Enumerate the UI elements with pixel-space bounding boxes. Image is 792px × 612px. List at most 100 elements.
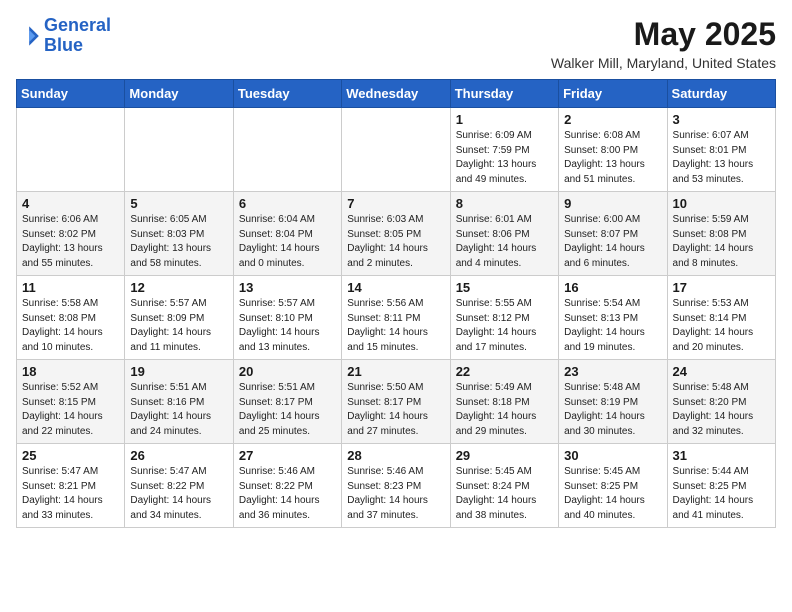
calendar-cell: 24Sunrise: 5:48 AMSunset: 8:20 PMDayligh… <box>667 360 775 444</box>
calendar-cell: 30 Sunrise: 5:45 AMSunset: 8:25 PMDayligh… <box>559 444 667 528</box>
logo-text: General Blue <box>44 16 111 56</box>
calendar-cell: 12Sunrise: 5:57 AMSunset: 8:09 PMDayligh… <box>125 276 233 360</box>
day-info: Sunrise: 5:49 AMSunset: 8:18 PMDaylight:… <box>456 381 553 439</box>
day-number: 24 <box>673 364 770 379</box>
calendar-cell <box>233 108 341 192</box>
day-info: Sunrise: 5:53 AMSunset: 8:14 PMDaylight:… <box>673 297 770 355</box>
day-number: 20 <box>239 364 336 379</box>
month-year: May 2025 <box>551 16 776 53</box>
calendar-cell <box>17 108 125 192</box>
day-number: 22 <box>456 364 553 379</box>
col-header-wednesday: Wednesday <box>342 80 450 108</box>
day-number: 3 <box>673 112 770 127</box>
calendar-cell: 29Sunrise: 5:45 AMSunset: 8:24 PMDayligh… <box>450 444 558 528</box>
day-info: Sunrise: 6:06 AMSunset: 8:02 PMDaylight:… <box>22 213 119 271</box>
day-info: Sunrise: 6:01 AMSunset: 8:06 PMDaylight:… <box>456 213 553 271</box>
calendar-header-row: SundayMondayTuesdayWednesdayThursdayFrid… <box>17 80 776 108</box>
day-number: 30 <box>564 448 661 463</box>
day-info: Sunrise: 5:45 AMSunset: 8:25 PMDaylight:… <box>564 465 661 523</box>
logo-icon <box>16 24 40 48</box>
calendar-cell: 17Sunrise: 5:53 AMSunset: 8:14 PMDayligh… <box>667 276 775 360</box>
col-header-saturday: Saturday <box>667 80 775 108</box>
day-info: Sunrise: 5:51 AMSunset: 8:16 PMDaylight:… <box>130 381 227 439</box>
calendar-cell: 21 Sunrise: 5:50 AMSunset: 8:17 PMDayligh… <box>342 360 450 444</box>
day-number: 14 <box>347 280 444 295</box>
col-header-thursday: Thursday <box>450 80 558 108</box>
calendar-cell: 11 Sunrise: 5:58 AMSunset: 8:08 PMDayligh… <box>17 276 125 360</box>
day-info: Sunrise: 5:47 AMSunset: 8:22 PMDaylight:… <box>130 465 227 523</box>
col-header-monday: Monday <box>125 80 233 108</box>
day-info: Sunrise: 5:59 AMSunset: 8:08 PMDaylight:… <box>673 213 770 271</box>
day-number: 27 <box>239 448 336 463</box>
day-info: Sunrise: 5:57 AMSunset: 8:10 PMDaylight:… <box>239 297 336 355</box>
day-number: 4 <box>22 196 119 211</box>
day-info: Sunrise: 6:09 AMSunset: 7:59 PMDaylight:… <box>456 129 553 187</box>
day-number: 26 <box>130 448 227 463</box>
logo-line1: General <box>44 15 111 35</box>
col-header-sunday: Sunday <box>17 80 125 108</box>
calendar-cell: 25 Sunrise: 5:47 AMSunset: 8:21 PMDayligh… <box>17 444 125 528</box>
day-info: Sunrise: 5:52 AMSunset: 8:15 PMDaylight:… <box>22 381 119 439</box>
calendar-cell: 23 Sunrise: 5:48 AMSunset: 8:19 PMDayligh… <box>559 360 667 444</box>
logo-line2: Blue <box>44 35 83 55</box>
day-info: Sunrise: 5:48 AMSunset: 8:19 PMDaylight:… <box>564 381 661 439</box>
day-number: 8 <box>456 196 553 211</box>
day-info: Sunrise: 5:58 AMSunset: 8:08 PMDaylight:… <box>22 297 119 355</box>
calendar-cell: 2Sunrise: 6:08 AMSunset: 8:00 PMDaylight… <box>559 108 667 192</box>
day-info: Sunrise: 5:57 AMSunset: 8:09 PMDaylight:… <box>130 297 227 355</box>
calendar-cell: 5 Sunrise: 6:05 AMSunset: 8:03 PMDaylight… <box>125 192 233 276</box>
calendar-cell: 9 Sunrise: 6:00 AMSunset: 8:07 PMDaylight… <box>559 192 667 276</box>
calendar-week-3: 11 Sunrise: 5:58 AMSunset: 8:08 PMDayligh… <box>17 276 776 360</box>
day-info: Sunrise: 5:51 AMSunset: 8:17 PMDaylight:… <box>239 381 336 439</box>
calendar-cell: 19Sunrise: 5:51 AMSunset: 8:16 PMDayligh… <box>125 360 233 444</box>
day-info: Sunrise: 5:47 AMSunset: 8:21 PMDaylight:… <box>22 465 119 523</box>
day-number: 6 <box>239 196 336 211</box>
calendar-cell: 3 Sunrise: 6:07 AMSunset: 8:01 PMDaylight… <box>667 108 775 192</box>
day-number: 9 <box>564 196 661 211</box>
day-info: Sunrise: 6:00 AMSunset: 8:07 PMDaylight:… <box>564 213 661 271</box>
calendar-cell: 16 Sunrise: 5:54 AMSunset: 8:13 PMDayligh… <box>559 276 667 360</box>
calendar-cell: 20 Sunrise: 5:51 AMSunset: 8:17 PMDayligh… <box>233 360 341 444</box>
day-info: Sunrise: 6:04 AMSunset: 8:04 PMDaylight:… <box>239 213 336 271</box>
calendar-table: SundayMondayTuesdayWednesdayThursdayFrid… <box>16 79 776 528</box>
calendar-cell: 8 Sunrise: 6:01 AMSunset: 8:06 PMDaylight… <box>450 192 558 276</box>
day-info: Sunrise: 5:44 AMSunset: 8:25 PMDaylight:… <box>673 465 770 523</box>
calendar-cell: 26 Sunrise: 5:47 AMSunset: 8:22 PMDayligh… <box>125 444 233 528</box>
day-info: Sunrise: 6:05 AMSunset: 8:03 PMDaylight:… <box>130 213 227 271</box>
calendar-week-5: 25 Sunrise: 5:47 AMSunset: 8:21 PMDayligh… <box>17 444 776 528</box>
calendar-cell: 14 Sunrise: 5:56 AMSunset: 8:11 PMDayligh… <box>342 276 450 360</box>
day-number: 25 <box>22 448 119 463</box>
day-number: 29 <box>456 448 553 463</box>
col-header-friday: Friday <box>559 80 667 108</box>
page-header: General Blue May 2025 Walker Mill, Maryl… <box>16 16 776 71</box>
location: Walker Mill, Maryland, United States <box>551 55 776 71</box>
calendar-cell: 1 Sunrise: 6:09 AMSunset: 7:59 PMDaylight… <box>450 108 558 192</box>
day-number: 1 <box>456 112 553 127</box>
day-info: Sunrise: 5:54 AMSunset: 8:13 PMDaylight:… <box>564 297 661 355</box>
calendar-cell: 22 Sunrise: 5:49 AMSunset: 8:18 PMDayligh… <box>450 360 558 444</box>
day-number: 21 <box>347 364 444 379</box>
calendar-cell: 28 Sunrise: 5:46 AMSunset: 8:23 PMDayligh… <box>342 444 450 528</box>
day-number: 11 <box>22 280 119 295</box>
day-number: 7 <box>347 196 444 211</box>
day-info: Sunrise: 5:46 AMSunset: 8:22 PMDaylight:… <box>239 465 336 523</box>
day-info: Sunrise: 5:55 AMSunset: 8:12 PMDaylight:… <box>456 297 553 355</box>
day-number: 18 <box>22 364 119 379</box>
calendar-cell <box>125 108 233 192</box>
day-number: 28 <box>347 448 444 463</box>
day-info: Sunrise: 5:46 AMSunset: 8:23 PMDaylight:… <box>347 465 444 523</box>
day-info: Sunrise: 6:03 AMSunset: 8:05 PMDaylight:… <box>347 213 444 271</box>
day-number: 16 <box>564 280 661 295</box>
calendar-cell: 18 Sunrise: 5:52 AMSunset: 8:15 PMDayligh… <box>17 360 125 444</box>
calendar-cell: 13 Sunrise: 5:57 AMSunset: 8:10 PMDayligh… <box>233 276 341 360</box>
calendar-week-4: 18 Sunrise: 5:52 AMSunset: 8:15 PMDayligh… <box>17 360 776 444</box>
day-info: Sunrise: 5:50 AMSunset: 8:17 PMDaylight:… <box>347 381 444 439</box>
day-info: Sunrise: 5:56 AMSunset: 8:11 PMDaylight:… <box>347 297 444 355</box>
day-number: 23 <box>564 364 661 379</box>
day-number: 5 <box>130 196 227 211</box>
day-info: Sunrise: 6:07 AMSunset: 8:01 PMDaylight:… <box>673 129 770 187</box>
day-number: 13 <box>239 280 336 295</box>
calendar-cell: 27 Sunrise: 5:46 AMSunset: 8:22 PMDayligh… <box>233 444 341 528</box>
day-number: 15 <box>456 280 553 295</box>
calendar-cell <box>342 108 450 192</box>
